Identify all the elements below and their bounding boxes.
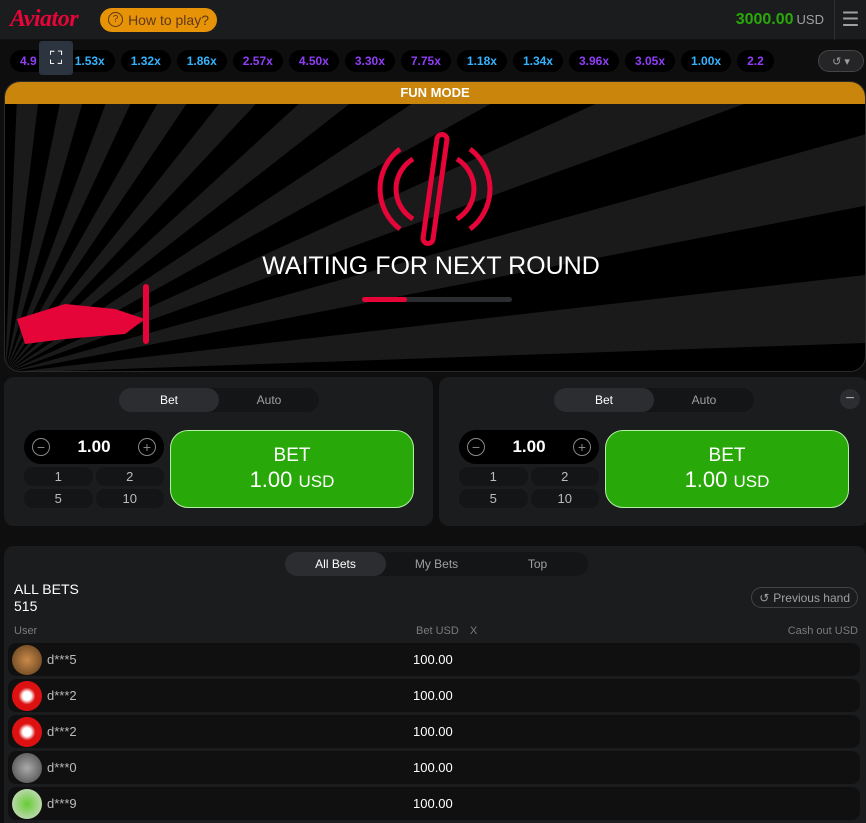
bet-button[interactable]: BET 1.00 USD (170, 430, 414, 508)
tab-my-bets[interactable]: My Bets (386, 552, 487, 576)
bet-label: BET (273, 445, 311, 466)
question-icon: ? (108, 12, 124, 27)
round-progress-bar (362, 297, 512, 302)
tab-top[interactable]: Top (487, 552, 588, 576)
previous-hand-button[interactable]: ↺ Previous hand (751, 587, 858, 608)
bets-count: 515 (14, 598, 38, 614)
tab-bet[interactable]: Bet (119, 388, 219, 412)
all-bets-title: ALL BETS (14, 581, 79, 597)
previous-hand-label: Previous hand (773, 590, 850, 605)
bet-amount-input[interactable]: 1.00 (512, 437, 545, 457)
balance: 3000.00 USD (736, 11, 834, 29)
multiplier-history: 4.9 1.53x 1.32x 1.86x 2.57x 4.50x 3.30x 7.75x 1.… (0, 40, 866, 82)
fun-mode-banner: FUN MODE (5, 82, 865, 104)
waiting-status: WAITING FOR NEXT ROUND (262, 252, 600, 280)
bet-button[interactable]: BET 1.00 USD (605, 430, 849, 508)
multiplier-badge[interactable]: 1.86x (176, 50, 227, 72)
user-name: d***5 (47, 652, 77, 667)
history-icon: ↺ (832, 55, 842, 68)
user-name: d***2 (47, 688, 77, 703)
bet-amount: 100.00 (413, 760, 453, 775)
bet-label: BET (708, 445, 746, 466)
multiplier-badge[interactable]: 3.30x (344, 50, 395, 72)
quick-amount-button[interactable]: 2 (530, 467, 599, 486)
fullscreen-icon[interactable]: ⛶ (39, 41, 73, 75)
multiplier-badge[interactable]: 1.18x (456, 50, 507, 72)
minus-icon[interactable]: − (467, 438, 485, 456)
bet-panel-2: Bet Auto − −1.00 + 1 2 5 10 BET 1.00 USD (439, 377, 866, 526)
quick-amount-button[interactable]: 5 (459, 489, 528, 508)
multiplier-badge[interactable]: 1.32x (120, 50, 171, 72)
user-name: d***9 (47, 796, 77, 811)
quick-amount-button[interactable]: 5 (24, 489, 93, 508)
minus-icon[interactable]: − (32, 438, 50, 456)
avatar (12, 644, 42, 675)
quick-amount-button[interactable]: 10 (95, 489, 164, 508)
multiplier-badge[interactable]: 4.50x (288, 50, 339, 72)
bets-tabs: All Bets My Bets Top (285, 552, 588, 576)
how-to-play-label: How to play? (128, 11, 209, 28)
game-area: FUN MODE WAITING FOR NEXT ROUND (4, 81, 866, 372)
bet-amount-input[interactable]: 1.00 (77, 437, 110, 457)
tab-bet[interactable]: Bet (554, 388, 654, 412)
bets-panel: All Bets My Bets Top ALL BETS 515 ↺ Previo… (4, 546, 866, 823)
table-row: d***2 100.00 (8, 679, 860, 712)
multiplier-badge[interactable]: 3.96x (568, 50, 619, 72)
quick-amount-button[interactable]: 1 (459, 467, 528, 486)
table-row: d***0 100.00 (8, 751, 860, 784)
menu-icon[interactable]: ☰ (834, 0, 866, 40)
bet-value: 1.00 (684, 467, 728, 492)
sunburst-background (5, 104, 865, 371)
bet-currency: USD (298, 472, 335, 491)
bet-value: 1.00 (249, 467, 293, 492)
avatar (12, 752, 42, 783)
plus-icon[interactable]: + (138, 438, 156, 456)
tab-auto[interactable]: Auto (219, 388, 319, 412)
multiplier-badge[interactable]: 7.75x (400, 50, 451, 72)
user-name: d***2 (47, 724, 77, 739)
header: Aviator ? How to play? 3000.00 USD ☰ (0, 0, 866, 40)
bet-currency: USD (733, 472, 770, 491)
multiplier-badge[interactable]: 3.05x (625, 50, 676, 72)
table-row: d***9 100.00 (8, 787, 860, 820)
col-x: X (470, 625, 478, 637)
multiplier-badge[interactable]: 1.00x (681, 50, 732, 72)
avatar (12, 680, 42, 711)
progress-fill (362, 297, 407, 302)
table-header: User Bet USD X Cash out USD (14, 625, 858, 639)
avatar (12, 788, 42, 819)
bet-amount: 100.00 (413, 796, 453, 811)
history-toggle-button[interactable]: ↺ ▾ (818, 50, 864, 72)
how-to-play-button[interactable]: ? How to play? (100, 7, 217, 32)
plus-icon[interactable]: + (573, 438, 591, 456)
multiplier-badge[interactable]: 1.34x (512, 50, 563, 72)
bet-amount: 100.00 (413, 724, 453, 739)
user-name: d***0 (47, 760, 77, 775)
quick-amount-button[interactable]: 10 (530, 489, 599, 508)
aviator-logo: Aviator (10, 6, 79, 32)
balance-currency: USD (796, 11, 824, 27)
balance-amount: 3000.00 (735, 10, 794, 28)
tab-auto[interactable]: Auto (654, 388, 754, 412)
tab-all-bets[interactable]: All Bets (285, 552, 386, 576)
bet-amount: 100.00 (413, 688, 453, 703)
multiplier-badge[interactable]: 2.2 (737, 50, 774, 72)
multiplier-badge[interactable]: 2.57x (232, 50, 283, 72)
bet-amount: 100.00 (413, 652, 453, 667)
history-icon: ↺ (759, 590, 770, 605)
quick-amount-button[interactable]: 2 (95, 467, 164, 486)
remove-panel-button[interactable]: − (840, 389, 860, 409)
avatar (12, 716, 42, 747)
chevron-down-icon: ▾ (844, 55, 850, 68)
col-cashout: Cash out USD (787, 625, 858, 637)
table-row: d***5 100.00 (8, 643, 860, 676)
bet-panel-1: Bet Auto −1.00 + 1 2 5 10 BET 1.00 USD (4, 377, 433, 526)
quick-amount-button[interactable]: 1 (24, 467, 93, 486)
table-row: d***2 100.00 (8, 715, 860, 748)
col-user: User (14, 625, 38, 637)
col-bet: Bet USD (416, 625, 459, 637)
